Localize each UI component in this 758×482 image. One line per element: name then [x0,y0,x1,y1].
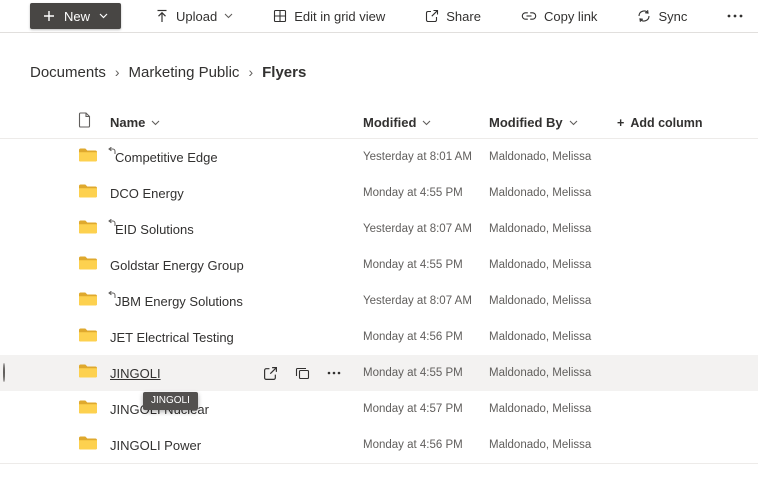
table-row[interactable]: JBM Energy Solutions Yesterday at 8:07 A… [0,283,758,319]
modified-value: Monday at 4:57 PM [363,403,489,415]
modified-value: Monday at 4:56 PM [363,439,489,451]
chevron-down-icon [151,120,160,126]
upload-button[interactable]: Upload [155,9,233,24]
modified-by-value: Maldonado, Melissa [489,295,617,307]
modified-value: Monday at 4:56 PM [363,331,489,343]
modified-value: Monday at 4:55 PM [363,187,489,199]
folder-icon [78,327,98,343]
edit-grid-view-button[interactable]: Edit in grid view [273,9,385,24]
chevron-down-icon [569,120,578,126]
column-header-modified-by[interactable]: Modified By [489,115,617,130]
column-header-modified[interactable]: Modified [363,115,489,130]
table-row-hovered[interactable]: JINGOLI Monday at 4:55 PM Maldonado, Mel… [0,355,758,391]
document-library-page: New Upload Edit in grid view Share [0,0,758,482]
sync-label: Sync [658,9,687,24]
row-hover-actions [263,366,363,381]
breadcrumb-flyers-current: Flyers [262,64,306,81]
file-name[interactable]: JET Electrical Testing [110,330,234,345]
upload-label: Upload [176,9,217,24]
breadcrumb-documents[interactable]: Documents [30,64,106,81]
plus-icon [43,10,55,22]
table-row[interactable]: JET Electrical Testing Monday at 4:56 PM… [0,319,758,355]
file-name[interactable]: JINGOLI Power [110,438,201,453]
table-row[interactable]: DCO Energy Monday at 4:55 PM Maldonado, … [0,175,758,211]
file-name[interactable]: EID Solutions [115,222,194,237]
sync-button[interactable]: Sync [637,9,687,24]
breadcrumb-separator: › [115,64,120,80]
file-name[interactable]: Competitive Edge [115,150,218,165]
sync-icon [637,9,651,23]
link-icon [521,10,537,22]
breadcrumb-marketing-public[interactable]: Marketing Public [129,64,240,81]
folder-icon [78,147,98,163]
folder-icon [78,399,98,415]
file-name[interactable]: JINGOLI [110,366,161,381]
folder-icon [78,363,98,379]
modified-value: Yesterday at 8:07 AM [363,295,489,307]
copy-link-button[interactable]: Copy link [521,9,597,24]
modified-value: Monday at 4:55 PM [363,259,489,271]
add-column-button[interactable]: + Add column [617,116,758,130]
table-row[interactable]: JINGOLI Nuclear Monday at 4:57 PM Maldon… [0,391,758,427]
file-name[interactable]: DCO Energy [110,186,184,201]
table-header-row: Name Modified Modified By + Add column [0,107,758,139]
more-commands-button[interactable] [727,14,743,18]
folder-icon [78,435,98,451]
column-header-name[interactable]: Name [110,115,363,130]
modified-value: Yesterday at 8:01 AM [363,151,489,163]
folder-icon [78,219,98,235]
new-button[interactable]: New [30,3,121,29]
radio-circle-icon[interactable] [3,363,5,382]
plus-icon: + [617,116,624,130]
share-button[interactable]: Share [425,9,481,24]
share-label: Share [446,9,481,24]
modified-by-value: Maldonado, Melissa [489,403,617,415]
chevron-down-icon [422,120,431,126]
folder-icon [78,255,98,271]
modified-by-value: Maldonado, Melissa [489,223,617,235]
table-row[interactable]: Competitive Edge Yesterday at 8:01 AM Ma… [0,139,758,175]
file-name[interactable]: Goldstar Energy Group [110,258,244,273]
document-icon [78,112,91,128]
grid-icon [273,9,287,23]
share-icon [425,9,439,23]
modified-by-value: Maldonado, Melissa [489,259,617,271]
ellipsis-icon[interactable] [327,371,341,375]
table-row[interactable]: EID Solutions Yesterday at 8:07 AM Maldo… [0,211,758,247]
folder-icon [78,183,98,199]
row-select[interactable] [0,364,35,382]
file-list: Competitive Edge Yesterday at 8:01 AM Ma… [0,139,758,464]
copy-icon[interactable] [295,366,310,381]
ellipsis-icon [727,14,743,18]
breadcrumb: Documents › Marketing Public › Flyers [30,61,758,83]
table-row[interactable]: JINGOLI Power Monday at 4:56 PM Maldonad… [0,427,758,463]
modified-by-value: Maldonado, Melissa [489,439,617,451]
modified-by-value: Maldonado, Melissa [489,367,617,379]
modified-by-value: Maldonado, Melissa [489,331,617,343]
modified-value: Yesterday at 8:07 AM [363,223,489,235]
modified-by-value: Maldonado, Melissa [489,151,617,163]
table-row[interactable]: Goldstar Energy Group Monday at 4:55 PM … [0,247,758,283]
chevron-down-icon [224,13,233,19]
new-button-label: New [64,9,90,24]
modified-by-value: Maldonado, Melissa [489,187,617,199]
command-bar: New Upload Edit in grid view Share [0,0,758,33]
tooltip: JINGOLI [143,392,198,410]
share-icon[interactable] [263,366,278,381]
modified-value: Monday at 4:55 PM [363,367,489,379]
folder-icon [78,291,98,307]
file-name[interactable]: JBM Energy Solutions [115,294,243,309]
chevron-down-icon [99,13,108,19]
breadcrumb-separator: › [248,64,253,80]
upload-arrow-icon [155,9,169,23]
edit-grid-view-label: Edit in grid view [294,9,385,24]
copy-link-label: Copy link [544,9,597,24]
